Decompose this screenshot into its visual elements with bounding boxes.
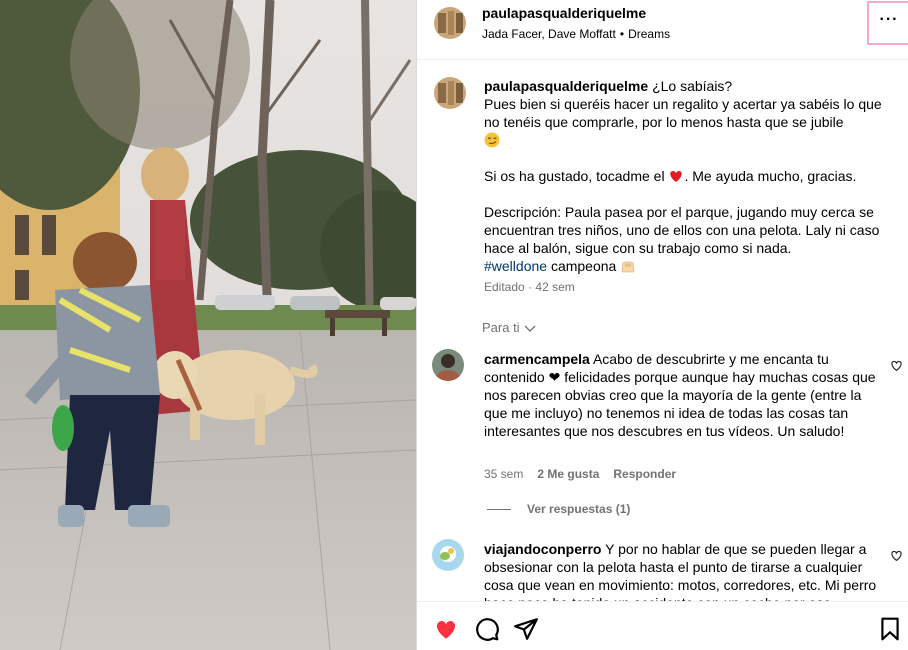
park-scene-image	[0, 0, 416, 650]
reply-button[interactable]: Responder	[613, 467, 676, 481]
commenter-username[interactable]: carmencampela	[484, 351, 590, 367]
raising-hands-emoji-icon	[621, 260, 635, 273]
caption-line2: Pues bien si queréis hacer un regalito y…	[484, 96, 882, 130]
caption-para2-end: . Me ayuda mucho, gracias.	[684, 168, 857, 184]
audio-title[interactable]: Dreams	[628, 27, 670, 41]
caption-line1: ¿Lo sabíais?	[652, 78, 733, 94]
view-replies-button[interactable]: Ver respuestas (1)	[487, 502, 630, 516]
audio-info[interactable]: Jada Facer, Dave Moffatt • Dreams	[482, 27, 670, 41]
post-header: paulapasqualderiquelme Jada Facer, Dave …	[417, 0, 908, 60]
comment-icon[interactable]	[474, 616, 500, 642]
comments-scroll-area[interactable]: paulapasqualderiquelme ¿Lo sabíais? Pues…	[417, 61, 908, 601]
replies-divider	[487, 508, 511, 510]
comment-meta: 35 sem 2 Me gusta Responder	[484, 467, 676, 481]
comment-text: carmencampela Acabo de descubrirte y me …	[484, 350, 880, 440]
more-options-button[interactable]: ···	[867, 1, 908, 45]
post-caption: paulapasqualderiquelme ¿Lo sabíais? Pues…	[484, 77, 894, 275]
hashtag-link[interactable]: #welldone	[484, 258, 547, 274]
comment-text: viajandoconperro Y por no hablar de que …	[484, 540, 880, 601]
caption-para2: Si os ha gustado, tocadme el	[484, 168, 665, 184]
caption-after-hashtag: campeona	[547, 258, 617, 274]
author-avatar[interactable]	[434, 7, 466, 39]
red-heart-emoji-icon	[670, 171, 683, 182]
heart-outline-icon[interactable]	[890, 359, 903, 372]
commenter-avatar[interactable]	[432, 539, 464, 571]
caption-time[interactable]: 42 sem	[535, 280, 574, 294]
view-replies-label: Ver respuestas (1)	[527, 502, 631, 516]
caption-username[interactable]: paulapasqualderiquelme	[484, 78, 648, 94]
post-video[interactable]	[0, 0, 416, 650]
chevron-down-icon	[524, 325, 536, 332]
heart-filled-icon[interactable]	[433, 616, 459, 642]
commenter-avatar[interactable]	[432, 349, 464, 381]
action-bar	[417, 601, 908, 650]
caption-para3: Descripción: Paula pasea por el parque, …	[484, 204, 880, 256]
comment-time[interactable]: 35 sem	[484, 467, 523, 481]
smirk-emoji-icon	[484, 132, 500, 148]
bookmark-icon[interactable]	[877, 616, 903, 642]
caption-meta: Editado · 42 sem	[484, 280, 575, 294]
share-icon[interactable]	[513, 616, 539, 642]
caption-meta-sep: ·	[528, 280, 533, 294]
edited-label: Editado	[484, 280, 525, 294]
post-panel: paulapasqualderiquelme Jada Facer, Dave …	[416, 0, 908, 650]
comment-likes[interactable]: 2 Me gusta	[537, 467, 599, 481]
author-username[interactable]: paulapasqualderiquelme	[482, 5, 646, 21]
for-you-toggle[interactable]: Para ti	[482, 320, 536, 335]
audio-separator: •	[619, 27, 625, 41]
heart-outline-icon[interactable]	[890, 549, 903, 562]
commenter-username[interactable]: viajandoconperro	[484, 541, 601, 557]
for-you-label: Para ti	[482, 320, 520, 335]
more-options-icon: ···	[879, 11, 899, 28]
audio-artists[interactable]: Jada Facer, Dave Moffatt	[482, 27, 616, 41]
caption-avatar[interactable]	[434, 77, 466, 109]
